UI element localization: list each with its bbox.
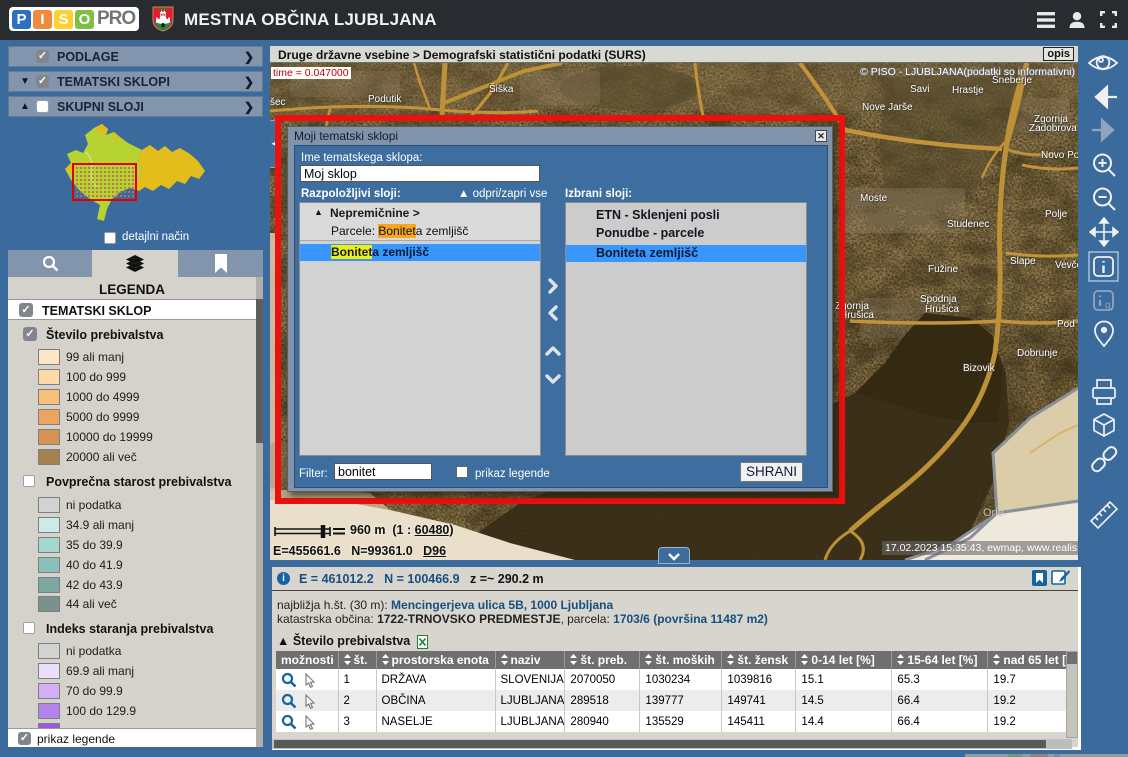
svg-text:g: g [1105,300,1111,311]
